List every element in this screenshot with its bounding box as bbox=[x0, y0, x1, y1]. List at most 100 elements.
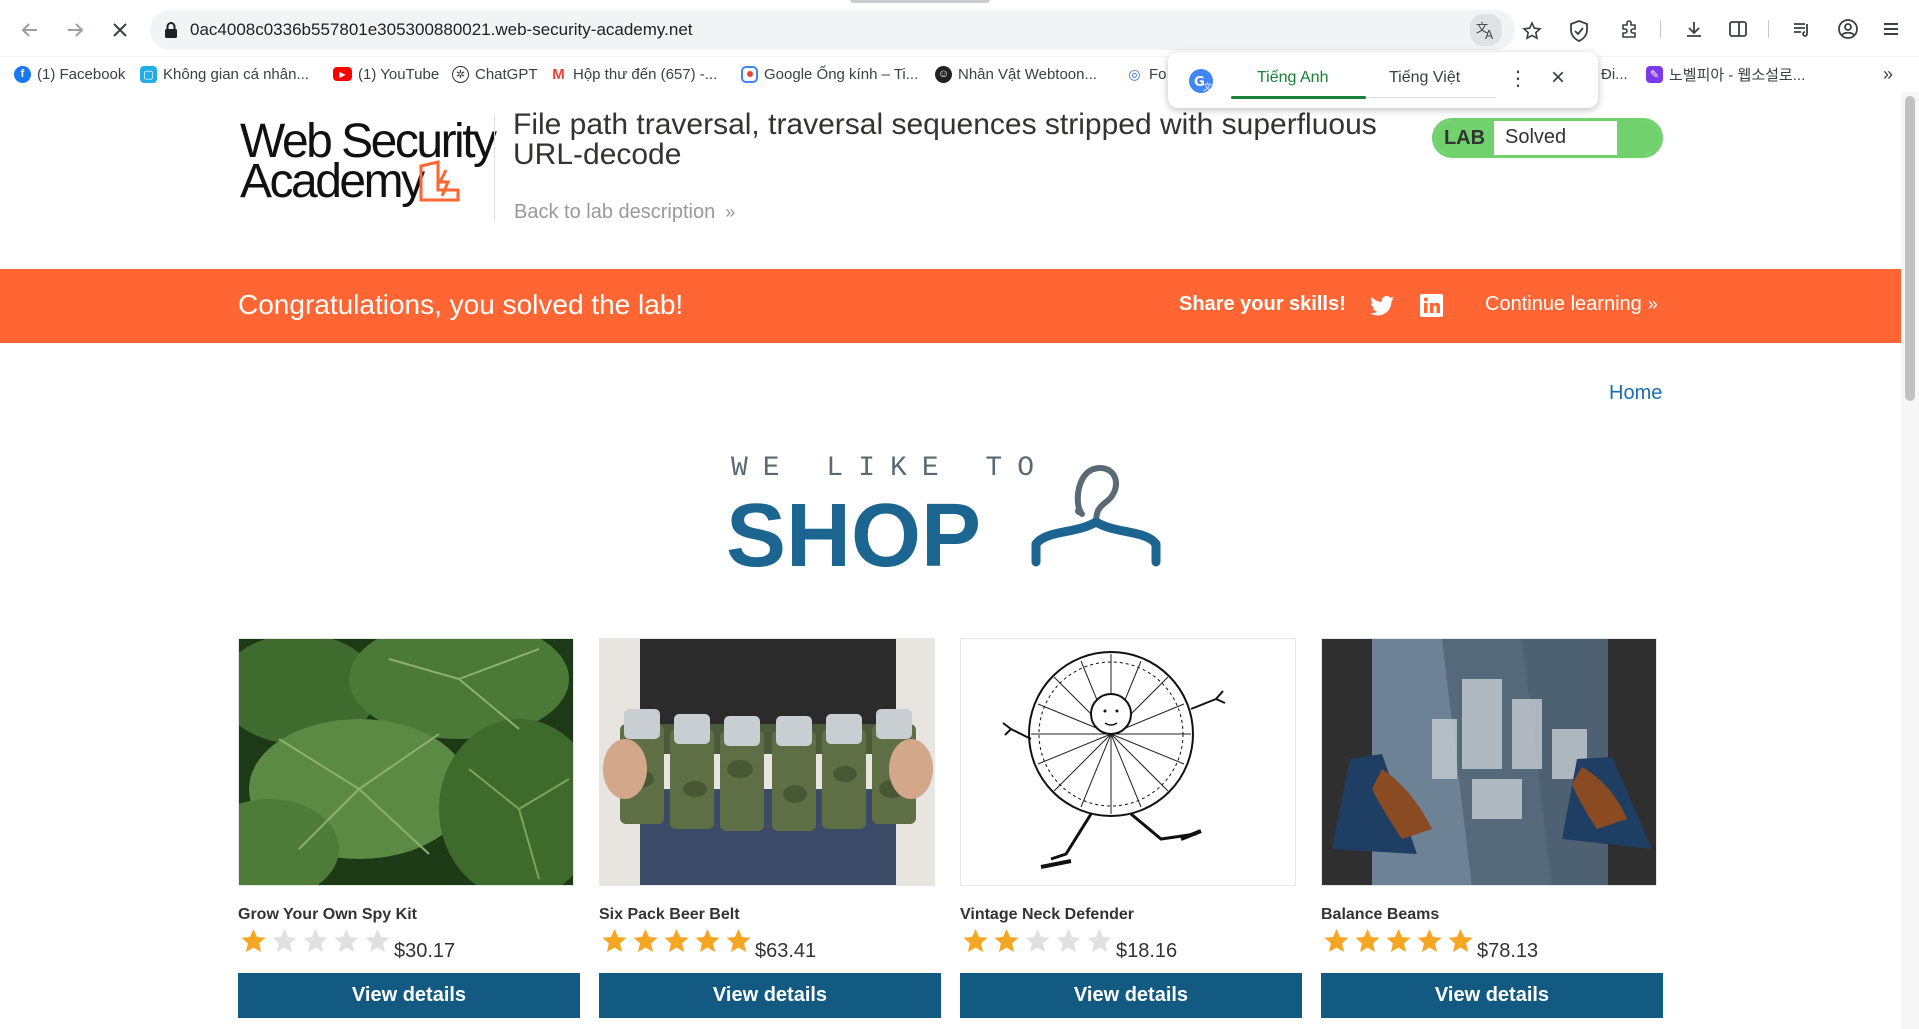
media-controls-icon[interactable] bbox=[1787, 14, 1817, 44]
address-bar[interactable]: 0ac4008c0336b557801e305300880021.web-sec… bbox=[150, 10, 1588, 50]
close-icon[interactable]: × bbox=[1551, 64, 1565, 92]
product-image-plant-leaves[interactable] bbox=[238, 638, 574, 886]
bookmark-novelpia[interactable]: ✎ 노벨피아 - 웹소설로... bbox=[1646, 64, 1805, 84]
star-empty-icon bbox=[303, 929, 328, 952]
bookmark-google-lens[interactable]: Google Ống kính – Ti... bbox=[741, 64, 918, 84]
bookmark-facebook[interactable]: f (1) Facebook bbox=[14, 64, 125, 84]
svg-text:A: A bbox=[1485, 28, 1494, 41]
google-lens-icon bbox=[741, 65, 758, 83]
solved-banner: Congratulations, you solved the lab! Sha… bbox=[0, 269, 1901, 343]
fo-icon: ◎ bbox=[1126, 65, 1143, 83]
star-rating bbox=[238, 926, 393, 956]
chevron-right-icon: » bbox=[725, 202, 735, 222]
bookmark-label: (1) YouTube bbox=[358, 65, 440, 83]
more-bookmarks-chevron-icon[interactable]: » bbox=[1883, 64, 1893, 85]
toolbar-separator bbox=[1768, 20, 1769, 38]
home-link[interactable]: Home bbox=[1609, 382, 1662, 405]
lab-badge: LAB bbox=[1435, 121, 1494, 155]
view-details-button[interactable]: View details bbox=[1321, 973, 1663, 1018]
linkedin-icon[interactable] bbox=[1420, 294, 1443, 317]
chatgpt-icon: ✲ bbox=[452, 65, 469, 83]
bookmark-label: Không gian cá nhân... bbox=[163, 65, 309, 83]
bookmarks-bar: f (1) Facebook ▢ Không gian cá nhân... ▶… bbox=[0, 57, 1919, 91]
bookmark-truncated[interactable]: Đi... bbox=[1601, 64, 1628, 84]
bookmark-label: Đi... bbox=[1601, 65, 1628, 83]
toolbar-separator bbox=[1660, 20, 1661, 38]
view-details-button[interactable]: View details bbox=[238, 973, 580, 1018]
product-image-beer-belt[interactable] bbox=[599, 638, 935, 886]
star-rating bbox=[1321, 926, 1476, 956]
bookmark-youtube[interactable]: ▶ (1) YouTube bbox=[333, 64, 439, 84]
tab-underline bbox=[1366, 97, 1496, 98]
menu-icon[interactable] bbox=[1876, 14, 1906, 44]
url-text[interactable]: 0ac4008c0336b557801e305300880021.web-sec… bbox=[190, 20, 693, 40]
logo-line-2: Academy bbox=[240, 155, 425, 208]
active-tab-underline bbox=[1231, 96, 1366, 99]
star-empty-icon bbox=[272, 929, 297, 952]
product-image-balance-beams[interactable] bbox=[1321, 638, 1657, 886]
product-name: Balance Beams bbox=[1321, 906, 1440, 923]
extensions-puzzle-icon[interactable] bbox=[1614, 14, 1644, 44]
youtube-icon: ▶ bbox=[333, 67, 352, 81]
star-rating bbox=[599, 926, 754, 956]
shop-heading: SHOP bbox=[726, 486, 982, 586]
download-icon[interactable] bbox=[1679, 14, 1709, 44]
star-empty-icon bbox=[1056, 929, 1081, 952]
back-to-lab-description-link[interactable]: Back to lab description » bbox=[514, 201, 735, 224]
side-panel-icon[interactable] bbox=[1723, 14, 1753, 44]
scrollbar-thumb[interactable] bbox=[1905, 96, 1915, 401]
more-options-icon[interactable]: ⋮ bbox=[1508, 66, 1528, 91]
web-page: Web Security Academy File path traversal… bbox=[0, 92, 1901, 1029]
header-divider bbox=[494, 116, 495, 220]
product-image-neck-defender[interactable] bbox=[960, 638, 1296, 886]
product-price: $63.41 bbox=[755, 940, 817, 962]
translate-icon[interactable]: 文A bbox=[1470, 14, 1502, 46]
star-filled-icon bbox=[1448, 929, 1473, 952]
facebook-icon: f bbox=[14, 65, 31, 83]
translate-popup: G 文 Tiếng Anh Tiếng Việt ⋮ × bbox=[1168, 52, 1598, 108]
star-filled-icon bbox=[1355, 929, 1380, 952]
star-filled-icon bbox=[994, 929, 1019, 952]
lab-status-widget: LAB Solved bbox=[1432, 118, 1663, 158]
bookmark-webtoon[interactable]: ☺ Nhân Vật Webtoon... bbox=[935, 64, 1097, 84]
star-filled-icon bbox=[602, 929, 627, 952]
shop-tagline: WE LIKE TO bbox=[731, 453, 1050, 484]
translate-tab-source[interactable]: Tiếng Anh bbox=[1257, 69, 1328, 87]
star-empty-icon bbox=[365, 929, 390, 952]
star-rating bbox=[960, 926, 1115, 956]
clothes-hanger-icon bbox=[1031, 464, 1161, 567]
star-filled-icon bbox=[1324, 929, 1349, 952]
back-link-label: Back to lab description bbox=[514, 201, 716, 223]
star-filled-icon bbox=[695, 929, 720, 952]
star-empty-icon bbox=[1087, 929, 1112, 952]
star-filled-icon bbox=[241, 929, 266, 952]
back-arrow-icon[interactable] bbox=[14, 14, 46, 46]
bookmark-gmail[interactable]: M Hộp thư đến (657) -... bbox=[550, 64, 717, 84]
web-security-academy-logo[interactable]: Web Security Academy bbox=[238, 114, 497, 208]
forward-arrow-icon[interactable] bbox=[59, 14, 91, 46]
vertical-scrollbar[interactable] bbox=[1901, 92, 1919, 1029]
bookmark-label: ChatGPT bbox=[475, 65, 538, 83]
continue-learning-link[interactable]: Continue learning » bbox=[1485, 293, 1658, 316]
shield-extension-icon[interactable] bbox=[1566, 18, 1592, 44]
translate-tab-target[interactable]: Tiếng Việt bbox=[1389, 69, 1460, 87]
browser-toolbar: 0ac4008c0336b557801e305300880021.web-sec… bbox=[0, 0, 1919, 57]
gmail-icon: M bbox=[550, 65, 567, 83]
bookmark-fo[interactable]: ◎ Fo bbox=[1126, 64, 1167, 84]
google-translate-icon: G 文 bbox=[1189, 69, 1213, 93]
bookmark-star-icon[interactable] bbox=[1519, 18, 1545, 44]
product-price: $18.16 bbox=[1116, 940, 1178, 962]
svg-text:文: 文 bbox=[1203, 81, 1212, 93]
bookmark-label: 노벨피아 - 웹소설로... bbox=[1669, 66, 1806, 84]
bookmark-bilibili[interactable]: ▢ Không gian cá nhân... bbox=[140, 64, 309, 84]
academy-flame-icon bbox=[419, 160, 460, 202]
share-skills-text: Share your skills! bbox=[1179, 293, 1346, 315]
view-details-button[interactable]: View details bbox=[599, 973, 941, 1018]
lock-icon[interactable] bbox=[163, 21, 179, 39]
bookmark-chatgpt[interactable]: ✲ ChatGPT bbox=[452, 64, 538, 84]
view-details-button[interactable]: View details bbox=[960, 973, 1302, 1018]
profile-avatar-icon[interactable] bbox=[1833, 14, 1863, 44]
star-filled-icon bbox=[726, 929, 751, 952]
twitter-icon[interactable] bbox=[1370, 295, 1394, 317]
stop-loading-icon[interactable] bbox=[104, 14, 136, 46]
